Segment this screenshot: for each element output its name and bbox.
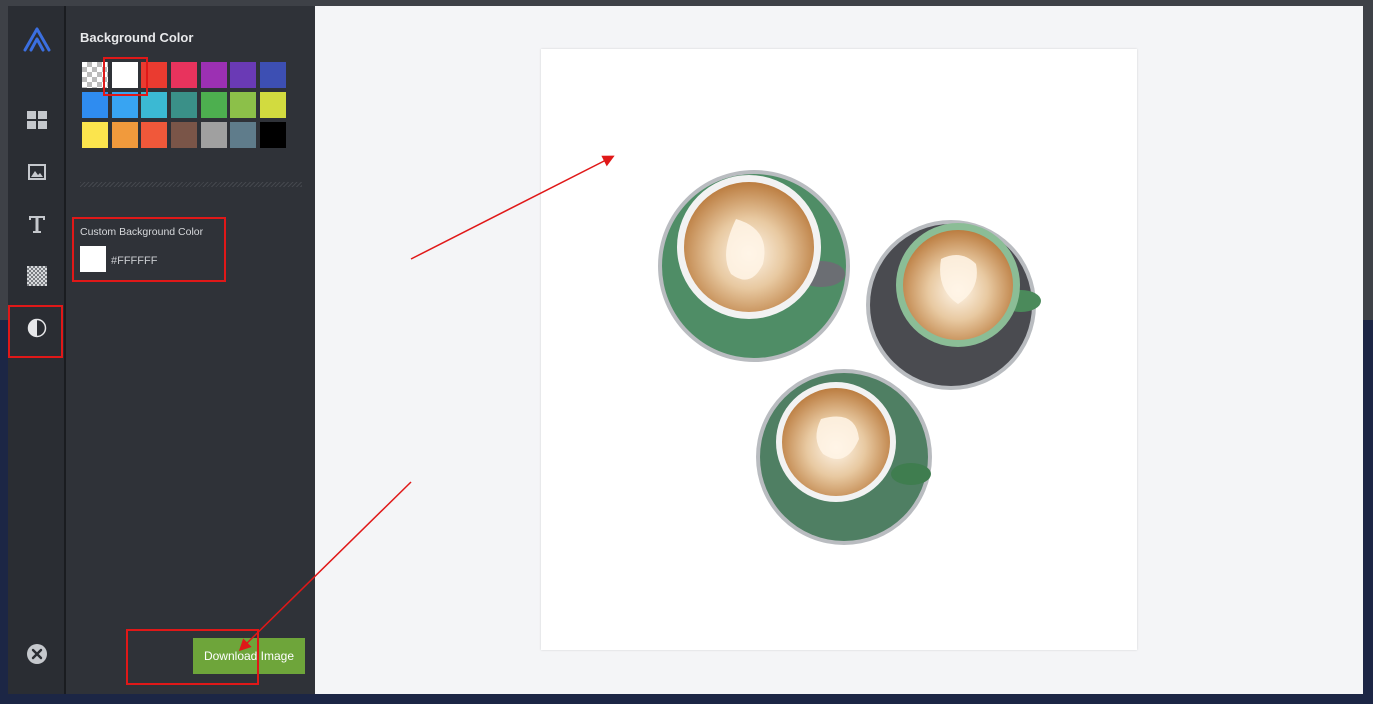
swatch-deep-orange[interactable] (141, 122, 168, 148)
color-swatch-grid (82, 62, 287, 148)
image-editor-window: Background Color Custom Background Color… (8, 6, 1363, 694)
swatch-purple[interactable] (200, 62, 227, 88)
custom-color-value[interactable]: #FFFFFF (111, 255, 157, 267)
swatch-pink[interactable] (171, 62, 198, 88)
swatch-deep-purple[interactable] (230, 62, 257, 88)
swatch-light-blue[interactable] (111, 92, 138, 118)
tool-rail (8, 6, 66, 694)
custom-color-swatch[interactable] (80, 246, 106, 272)
swatch-white[interactable] (111, 62, 138, 88)
swatch-orange[interactable] (111, 122, 138, 148)
rail-text-button[interactable] (8, 200, 66, 248)
swatch-brown[interactable] (171, 122, 198, 148)
text-icon (29, 216, 45, 233)
swatch-yellow[interactable] (82, 122, 108, 148)
swatch-light-green[interactable] (230, 92, 257, 118)
swatch-red[interactable] (141, 62, 168, 88)
swatch-indigo[interactable] (260, 62, 287, 88)
swatch-blue[interactable] (82, 92, 108, 118)
rail-background-button[interactable] (8, 304, 66, 352)
swatch-green[interactable] (200, 92, 227, 118)
custom-color-label: Custom Background Color (80, 226, 204, 238)
swatch-cyan[interactable] (141, 92, 168, 118)
rail-layout-button[interactable] (8, 96, 66, 144)
contrast-icon (27, 318, 47, 338)
swatch-black[interactable] (260, 122, 287, 148)
rail-image-button[interactable] (8, 148, 66, 196)
image-icon (28, 164, 46, 180)
swatch-grey[interactable] (200, 122, 227, 148)
swatch-lime[interactable] (260, 92, 287, 118)
swatch-teal[interactable] (171, 92, 198, 118)
download-image-button[interactable]: Download Image (193, 638, 305, 674)
image-canvas[interactable] (541, 49, 1137, 650)
swatch-blue-grey[interactable] (230, 122, 257, 148)
layout-icon (27, 111, 47, 129)
latte-cups-image (658, 170, 1041, 545)
rail-close-button[interactable] (8, 630, 66, 678)
logo-icon (23, 27, 51, 52)
background-color-panel: Background Color Custom Background Color… (66, 6, 315, 694)
rail-transparency-button[interactable] (8, 252, 66, 300)
close-icon (27, 644, 47, 664)
section-divider (80, 182, 302, 187)
swatch-transparent[interactable] (82, 62, 108, 88)
panel-title: Background Color (80, 30, 194, 45)
transparency-icon (27, 266, 47, 286)
workspace (315, 6, 1363, 694)
app-logo[interactable] (8, 16, 66, 64)
